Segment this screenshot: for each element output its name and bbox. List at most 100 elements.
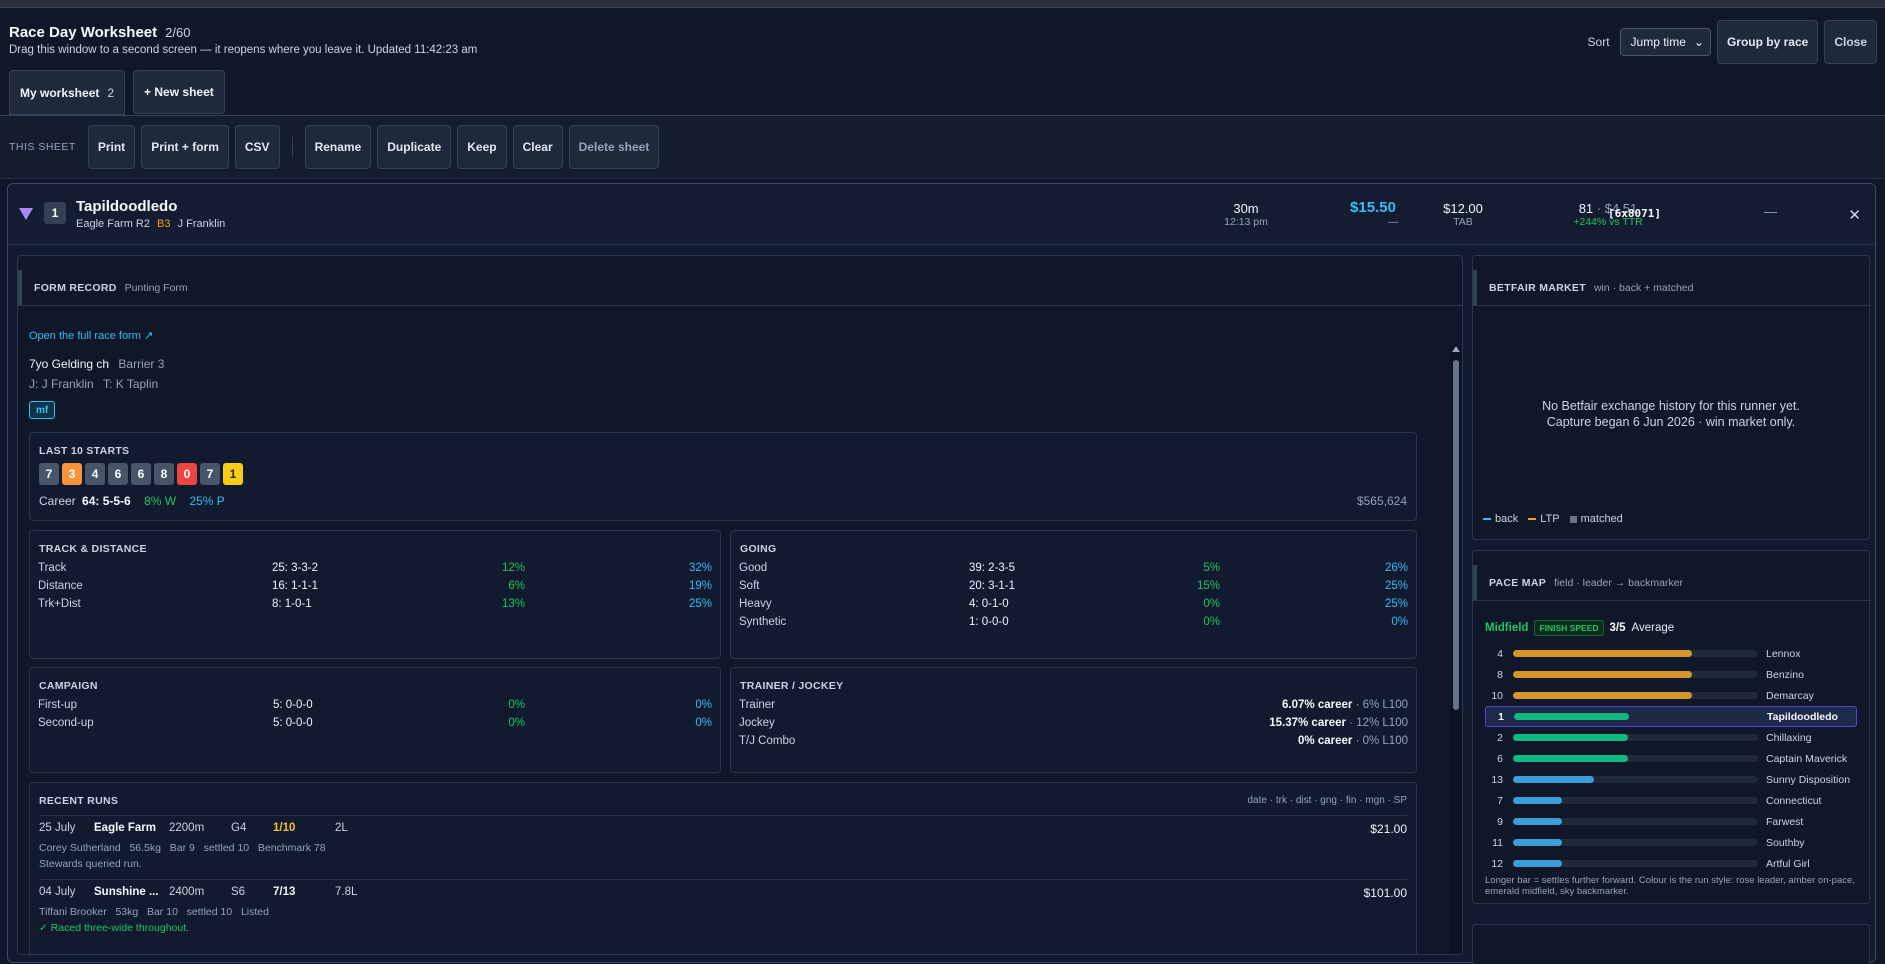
run-detail: Tiffani Brooker 53kg Bar 10 settled 10 L…	[39, 906, 269, 918]
stat-record: 20: 3-1-1	[969, 580, 1016, 592]
pace-bar-track	[1513, 734, 1758, 741]
best-price-column: $15.50 —	[1338, 199, 1408, 228]
scroll-up-arrow-icon[interactable]	[1452, 346, 1460, 352]
campaign-box: CAMPAIGN First-up 5: 0-0-0 0% 0% Second-up 5:…	[29, 667, 721, 773]
pace-runner-row[interactable]: 12 Artful Girl	[1485, 853, 1857, 874]
tj-label: T/J Combo	[739, 735, 796, 747]
stat-label: Distance	[38, 580, 83, 592]
connections: J: J Franklin T: K Taplin	[29, 377, 158, 391]
print-form-button[interactable]: Print + form	[141, 125, 229, 169]
run-going: G4	[231, 822, 247, 834]
finish-speed-badge: FINISH SPEED	[1534, 620, 1604, 636]
run-note: Stewards queried run.	[39, 858, 142, 870]
pace-runner-row[interactable]: 7 Connecticut	[1485, 790, 1857, 811]
pace-footnote: Longer bar = settles further forward. Co…	[1485, 875, 1855, 897]
pace-runner-row[interactable]: 9 Farwest	[1485, 811, 1857, 832]
tab-price-column: $12.00 TAB	[1428, 201, 1498, 228]
keep-button[interactable]: Keep	[457, 125, 507, 169]
jump-time: 12:13 pm	[1224, 216, 1268, 228]
stat-place-pct: 0%	[695, 699, 712, 711]
pace-map-panel: PACE MAP field · leader → backmarker Mid…	[1472, 550, 1870, 904]
stat-place-pct: 0%	[695, 717, 712, 729]
pace-runner-row[interactable]: 10 Demarcay	[1485, 685, 1857, 706]
prize-money: $565,624	[1356, 494, 1407, 508]
sort-select[interactable]: Jump time ⌄	[1619, 28, 1711, 56]
horse-description: 7yo Gelding ch Barrier 3	[29, 357, 164, 371]
tab-my-worksheet[interactable]: My worksheet 2	[9, 70, 126, 115]
pace-map-header: PACE MAP field · leader → backmarker	[1473, 565, 1869, 601]
form-scrollbar-thumb[interactable]	[1453, 360, 1459, 710]
pace-runner-row[interactable]: 13 Sunny Disposition	[1485, 769, 1857, 790]
last-start-pill: 6	[131, 463, 151, 485]
horse-barrier: Barrier 3	[118, 357, 165, 371]
stat-row: Good 39: 2-3-5 5% 26%	[739, 558, 1408, 578]
trainer-jockey-title: TRAINER / JOCKEY	[740, 680, 844, 692]
stat-win-pct: 0%	[508, 717, 525, 729]
tj-l100: · 6% L100	[1355, 699, 1408, 711]
pace-runner-row[interactable]: 1 Tapildoodledo	[1485, 706, 1857, 727]
betfair-market-panel: BETFAIR MARKET win · back + matched No B…	[1472, 255, 1870, 540]
horse-age-sex: 7yo Gelding ch	[29, 357, 110, 371]
stat-record: 16: 1-1-1	[272, 580, 319, 592]
pace-runner-number: 7	[1497, 794, 1503, 807]
ltp-swatch-icon	[1528, 518, 1537, 521]
pace-bar-track	[1513, 797, 1758, 804]
recent-run-row[interactable]: 04 July Sunshine ... 2400m S6 7/13 7.8L $101.0…	[39, 879, 1407, 941]
run-note: ✓ Raced three-wide throughout.	[39, 922, 190, 934]
duplicate-button[interactable]: Duplicate	[377, 125, 452, 169]
close-button[interactable]: Close	[1824, 20, 1877, 64]
recent-runs-title: RECENT RUNS	[39, 795, 119, 807]
full-race-form-link[interactable]: Open the full race form ↗	[29, 329, 153, 342]
recent-run-row[interactable]: 25 July Eagle Farm 2200m G4 1/10 2L $21.00 Core…	[39, 815, 1407, 877]
pace-runner-name: Artful Girl	[1766, 857, 1810, 870]
runner-header[interactable]: 1 Tapildoodledo Eagle Farm R2 B3 J Frank…	[8, 184, 1875, 245]
recent-runs-legend: date · trk · dist · gng · fin · mgn · SP	[1247, 795, 1408, 806]
stat-record: 25: 3-3-2	[272, 562, 319, 574]
pace-bar-track	[1513, 776, 1758, 783]
pace-runner-number: 11	[1492, 836, 1503, 849]
form-scrollbar[interactable]	[1451, 346, 1461, 954]
csv-button[interactable]: CSV	[234, 125, 280, 169]
group-by-race-button[interactable]: Group by race	[1716, 20, 1819, 64]
stat-record: 39: 2-3-5	[969, 562, 1016, 574]
pace-runner-row[interactable]: 2 Chillaxing	[1485, 727, 1857, 748]
stat-win-pct: 13%	[501, 598, 525, 610]
stat-record: 5: 0-0-0	[273, 717, 313, 729]
last-start-pill: 7	[39, 463, 59, 485]
pace-map-sub: field · leader → backmarker	[1554, 576, 1684, 589]
minimize-button[interactable]: —	[1764, 204, 1777, 219]
stat-win-pct: 0%	[1203, 616, 1220, 628]
pace-runner-name: Chillaxing	[1766, 731, 1812, 744]
last-start-pill: 6	[108, 463, 128, 485]
new-sheet-button[interactable]: + New sheet	[133, 70, 225, 114]
clear-button[interactable]: Clear	[512, 125, 563, 169]
run-date: 04 July	[39, 886, 76, 898]
print-button[interactable]: Print	[87, 125, 136, 169]
pace-runner-row[interactable]: 6 Captain Maverick	[1485, 748, 1857, 769]
rename-button[interactable]: Rename	[304, 125, 372, 169]
going-box: GOING Good 39: 2-3-5 5% 26% Soft 20: 3-1-1 15%…	[730, 530, 1417, 659]
tj-l100: · 12% L100	[1349, 717, 1408, 729]
sheet-toolbar-label: THIS SHEET	[9, 141, 76, 153]
pace-bar-track	[1513, 860, 1758, 867]
stat-row: Soft 20: 3-1-1 15% 25%	[739, 576, 1408, 596]
pace-runner-number: 8	[1497, 668, 1503, 681]
runner-meta: Eagle Farm R2 B3 J Franklin	[76, 218, 225, 230]
stat-label: Good	[739, 562, 768, 574]
stat-row: Synthetic 1: 0-0-0 0% 0%	[739, 612, 1408, 632]
form-record-title: FORM RECORD	[34, 281, 117, 294]
recent-runs-box: RECENT RUNS date · trk · dist · gng · fi…	[29, 782, 1417, 954]
remove-runner-close-icon[interactable]: ✕	[1848, 206, 1861, 224]
run-detail: Corey Sutherland 56.5kg Bar 9 settled 10…	[39, 842, 326, 854]
pace-runner-row[interactable]: 11 Southby	[1485, 832, 1857, 853]
collapse-triangle-icon[interactable]	[19, 208, 33, 220]
tj-label: Trainer	[739, 699, 775, 711]
runner-venue: Eagle Farm R2	[76, 218, 150, 230]
finish-speed-word: Average	[1631, 622, 1675, 634]
pace-runner-row[interactable]: 8 Benzino	[1485, 664, 1857, 685]
legend-ltp: LTP	[1528, 513, 1560, 525]
pace-runner-row[interactable]: 4 Lennox	[1485, 643, 1857, 664]
betfair-sub: win · back + matched	[1593, 281, 1694, 294]
pace-bar-fill	[1513, 692, 1692, 699]
delete-sheet-button[interactable]: Delete sheet	[568, 125, 660, 169]
